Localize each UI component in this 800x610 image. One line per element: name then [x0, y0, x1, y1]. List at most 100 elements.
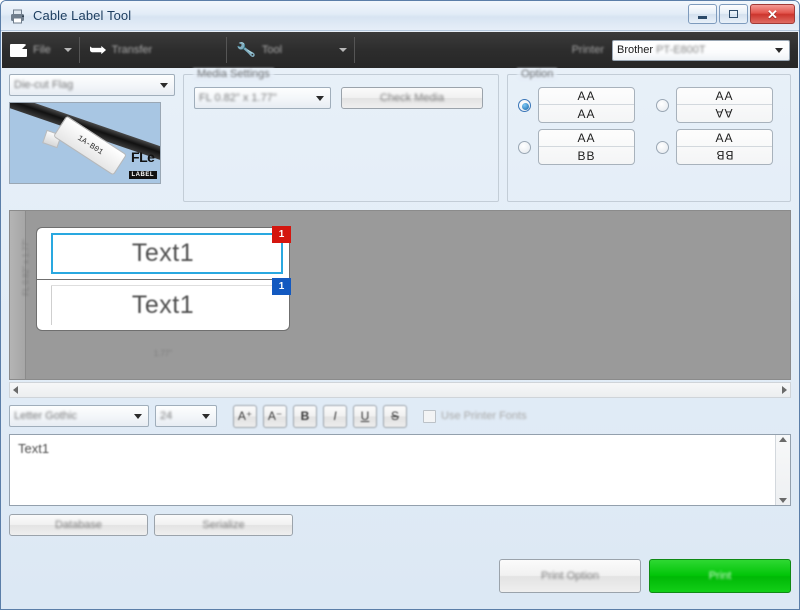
- option-item-2[interactable]: AA AA: [656, 87, 780, 123]
- transfer-button[interactable]: ➥ Transfer: [82, 32, 160, 68]
- strikethrough-button[interactable]: S: [383, 404, 407, 428]
- option-item-1[interactable]: AA AA: [518, 87, 642, 123]
- vertical-measure-text: FL 0.82" x 1.77": [21, 239, 31, 296]
- chevron-down-icon-font: [134, 413, 142, 419]
- minimize-button[interactable]: [688, 4, 717, 24]
- print-button[interactable]: Print: [649, 559, 791, 593]
- scroll-right-icon[interactable]: [782, 386, 787, 394]
- label-row-bottom[interactable]: Text1 1: [36, 278, 291, 331]
- label-row-top[interactable]: Text1 1: [36, 226, 291, 279]
- decrease-font-size-button[interactable]: A⁻: [263, 404, 287, 428]
- use-printer-fonts-checkbox[interactable]: [423, 409, 436, 423]
- printer-label: Printer: [571, 44, 604, 56]
- option-4-bottom: BB: [715, 148, 734, 163]
- chevron-down-icon-2: [339, 48, 348, 52]
- logo-label: LABEL: [128, 171, 157, 179]
- serialize-label: Serialize: [202, 519, 245, 531]
- label-row-bottom-badge: 1: [272, 278, 291, 295]
- horizontal-measure-text: 1.77": [153, 349, 173, 358]
- option-group: Option AA AA AA AA AA BB AA BB: [507, 68, 791, 202]
- option-radio-4[interactable]: [656, 140, 669, 154]
- print-label: Print: [708, 570, 732, 582]
- option-item-3[interactable]: AA BB: [518, 129, 642, 165]
- logo-e: e: [147, 149, 155, 165]
- printer-brand: Brother: [617, 44, 654, 56]
- close-button[interactable]: ✕: [750, 4, 795, 24]
- scroll-up-icon[interactable]: [779, 437, 787, 442]
- logo-fl: FL: [131, 149, 148, 165]
- editor-vertical-scrollbar[interactable]: [775, 435, 790, 505]
- print-option-button[interactable]: Print Option: [499, 559, 641, 593]
- use-printer-fonts-row[interactable]: Use Printer Fonts: [423, 409, 527, 423]
- file-dropdown-arrow[interactable]: [59, 32, 77, 68]
- tool-button[interactable]: 🔧 Tool: [229, 32, 290, 68]
- transfer-label: Transfer: [111, 44, 153, 56]
- text-editor-input[interactable]: Text1: [10, 435, 775, 505]
- printer-select[interactable]: Brother PT-E800T: [612, 39, 790, 61]
- label-stack: Text1 1 Text1 1: [36, 226, 291, 331]
- label-preview-canvas[interactable]: FL 0.82" x 1.77" Text1 1 Text1 1 1.77": [9, 210, 791, 380]
- increase-font-size-button[interactable]: A⁺: [233, 404, 257, 428]
- option-radio-2[interactable]: [656, 98, 669, 112]
- option-preview-3: AA BB: [538, 129, 635, 165]
- chevron-down-icon-printer: [775, 47, 783, 53]
- label-type-select[interactable]: Die-cut Flag: [9, 74, 175, 96]
- bold-button[interactable]: B: [293, 404, 317, 428]
- maximize-button[interactable]: [719, 4, 748, 24]
- tool-label: Tool: [261, 44, 283, 56]
- application-window: Cable Label Tool ✕ File ➥ Transfer 🔧 Too…: [0, 0, 800, 610]
- toolbar-divider-3: [354, 37, 356, 63]
- option-grid: AA AA AA AA AA BB AA BB: [518, 87, 780, 165]
- main-toolbar: File ➥ Transfer 🔧 Tool Printer Brother P…: [2, 32, 798, 68]
- media-type-column: Die-cut Flag 1A-B01 FLe LABEL: [9, 74, 175, 202]
- database-button[interactable]: Database: [9, 514, 148, 536]
- check-media-button[interactable]: Check Media: [341, 87, 483, 109]
- italic-icon: I: [333, 409, 337, 423]
- vertical-ruler: FL 0.82" x 1.77": [10, 211, 31, 379]
- file-label: File: [33, 44, 51, 56]
- curved-arrow-icon: ➥: [88, 39, 107, 61]
- chevron-down-icon: [63, 48, 72, 52]
- chevron-down-icon-size: [316, 95, 324, 101]
- file-button[interactable]: File: [2, 32, 59, 68]
- underline-icon: U: [360, 409, 370, 423]
- tool-dropdown-arrow[interactable]: [334, 32, 352, 68]
- media-size-select[interactable]: FL 0.82" x 1.77": [194, 87, 331, 109]
- option-preview-2: AA AA: [676, 87, 773, 123]
- print-option-label: Print Option: [540, 570, 600, 582]
- option-radio-1[interactable]: [518, 98, 531, 112]
- toolbar-divider: [78, 37, 80, 63]
- text-editor[interactable]: Text1: [9, 434, 791, 506]
- flag-tag-text: 1A-B01: [75, 133, 105, 158]
- font-family-value: Letter Gothic: [14, 410, 77, 422]
- scroll-down-icon[interactable]: [779, 498, 787, 503]
- media-preview-image: 1A-B01 FLe LABEL: [9, 102, 161, 184]
- preview-horizontal-scrollbar[interactable]: [9, 382, 791, 398]
- media-settings-group: Media Settings FL 0.82" x 1.77" Check Me…: [183, 68, 499, 202]
- toolbar-group-tool: 🔧 Tool: [229, 32, 352, 68]
- serialize-button[interactable]: Serialize: [154, 514, 293, 536]
- font-size-select[interactable]: 24: [155, 405, 217, 427]
- option-radio-3[interactable]: [518, 140, 531, 154]
- option-item-4[interactable]: AA BB: [656, 129, 780, 165]
- title-bar: Cable Label Tool ✕: [1, 1, 799, 31]
- printer-selector-area: Printer Brother PT-E800T: [572, 32, 790, 68]
- database-label: Database: [54, 519, 103, 531]
- option-title: Option: [517, 68, 558, 80]
- chevron-down-icon-fontsize: [202, 413, 210, 419]
- italic-button[interactable]: I: [323, 404, 347, 428]
- label-row-bottom-text: Text1: [131, 290, 195, 319]
- strikethrough-icon: S: [390, 409, 399, 423]
- label-type-value: Die-cut Flag: [14, 79, 74, 91]
- decrease-font-size-icon: A⁻: [267, 409, 283, 423]
- label-row-top-text: Text1: [131, 239, 195, 267]
- scroll-left-icon[interactable]: [13, 386, 18, 394]
- main-content: Die-cut Flag 1A-B01 FLe LABEL Media Sett…: [1, 68, 799, 536]
- app-printer-icon: [9, 8, 27, 24]
- label-row-top-badge: 1: [272, 226, 291, 243]
- font-toolbar: Letter Gothic 24 A⁺ A⁻ B I U S Use Print…: [9, 404, 791, 428]
- font-family-select[interactable]: Letter Gothic: [9, 405, 149, 427]
- media-settings-title: Media Settings: [193, 68, 274, 80]
- underline-button[interactable]: U: [353, 404, 377, 428]
- label-guideline: [51, 285, 52, 325]
